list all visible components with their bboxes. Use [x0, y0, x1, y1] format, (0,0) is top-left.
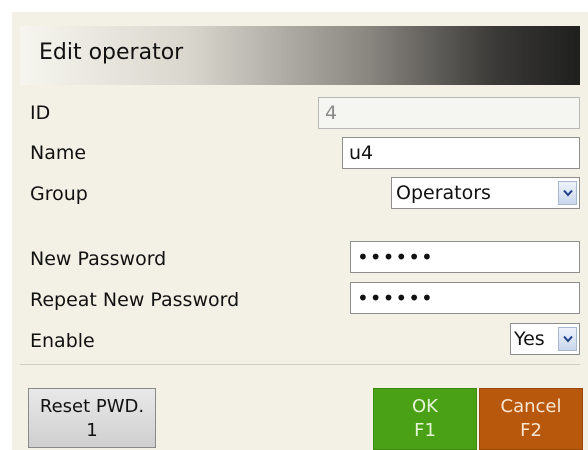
name-label: Name [30, 142, 87, 164]
dialog-title: Edit operator [39, 40, 184, 65]
enable-label: Enable [30, 330, 95, 352]
chevron-down-icon[interactable] [558, 327, 577, 351]
repeat-password-label: Repeat New Password [30, 289, 240, 311]
reset-password-button[interactable]: Reset PWD. 1 [28, 388, 156, 448]
cancel-shortcut: F2 [520, 420, 542, 441]
name-field[interactable]: u4 [342, 137, 580, 169]
group-select-value: Operators [396, 182, 491, 204]
new-password-label: New Password [30, 248, 167, 270]
cancel-button[interactable]: Cancel F2 [479, 388, 583, 450]
divider [20, 364, 580, 365]
edit-operator-dialog: Edit operator ID 4 Name u4 Group Operato… [12, 12, 588, 450]
reset-password-shortcut: 1 [86, 420, 98, 441]
new-password-field[interactable]: •••••• [350, 241, 580, 273]
enable-select-value: Yes [514, 328, 545, 350]
group-select[interactable]: Operators [391, 177, 580, 209]
enable-select[interactable]: Yes [510, 323, 580, 355]
repeat-password-field[interactable]: •••••• [350, 282, 580, 314]
dialog-titlebar: Edit operator [20, 26, 580, 85]
ok-button[interactable]: OK F1 [373, 388, 477, 450]
group-label: Group [30, 183, 88, 205]
reset-password-label: Reset PWD. [39, 396, 145, 417]
cancel-label: Cancel [500, 396, 562, 417]
id-label: ID [30, 102, 51, 124]
ok-shortcut: F1 [414, 420, 436, 441]
id-field: 4 [318, 97, 580, 129]
chevron-down-icon[interactable] [558, 181, 577, 205]
ok-label: OK [412, 396, 438, 417]
